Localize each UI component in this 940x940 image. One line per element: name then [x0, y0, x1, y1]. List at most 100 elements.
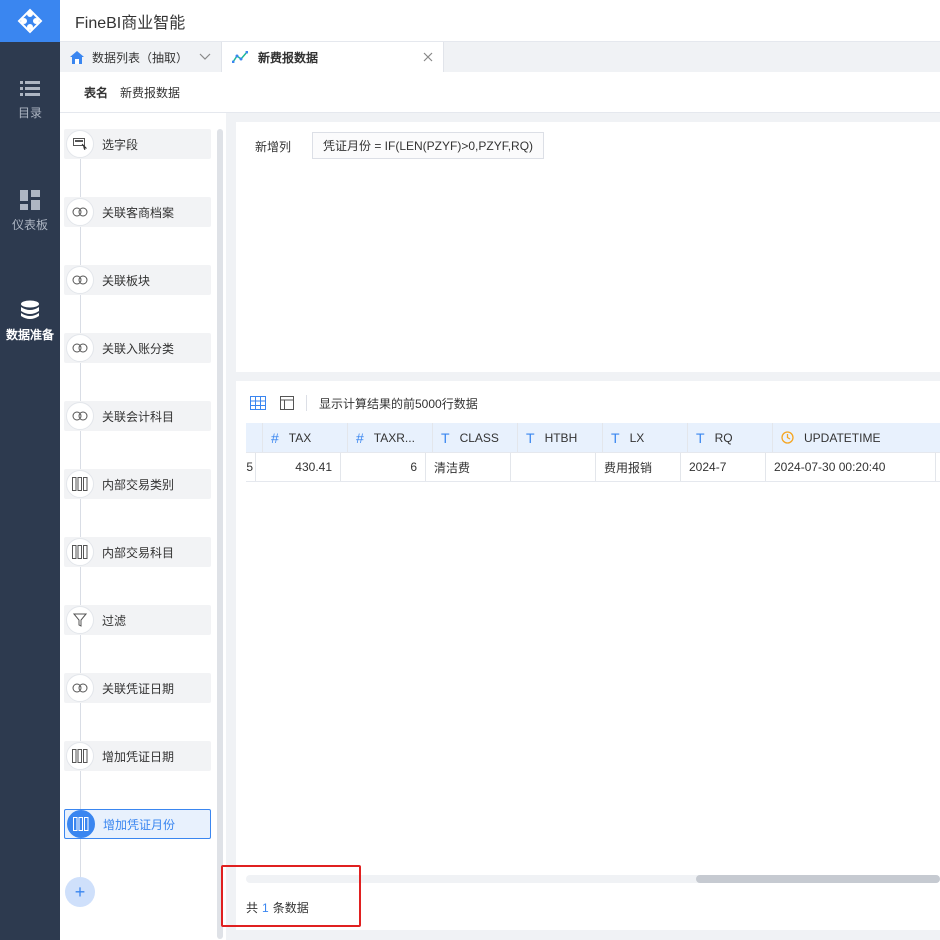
- table-cell[interactable]: 2024-7: [681, 453, 766, 481]
- column-header[interactable]: # TAX: [263, 423, 348, 452]
- number-type-icon: #: [356, 429, 364, 446]
- add-column-icon: [66, 470, 94, 498]
- red-highlight-box: [221, 865, 361, 927]
- column-header[interactable]: UPDATETIME: [773, 423, 940, 452]
- preview-toolbar: 显示计算结果的前5000行数据: [250, 393, 478, 413]
- left-nav: 目录 仪表板 数据准备: [0, 0, 60, 940]
- grid-header-row: # TAX # TAXR... T CLASS T HTBH T LX T RQ UPDAT…: [246, 423, 940, 453]
- join-icon: [66, 266, 94, 294]
- data-grid: # TAX # TAXR... T CLASS T HTBH T LX T RQ UPDAT…: [246, 423, 940, 483]
- step-join-voucher-date[interactable]: 关联凭证日期: [64, 673, 211, 703]
- tab-label: 数据列表（抽取）: [92, 50, 189, 65]
- table-name-bar: 表名 新费报数据: [60, 72, 940, 113]
- table-cell[interactable]: 2024-07-30 00:20:40: [766, 453, 936, 481]
- tab-data-list[interactable]: 数据列表（抽取）: [60, 42, 222, 72]
- text-type-icon: T: [526, 429, 535, 446]
- join-icon: [66, 674, 94, 702]
- add-column-icon: [66, 742, 94, 770]
- step-internal-trade-subject[interactable]: 内部交易科目: [64, 537, 211, 567]
- table-row: 5 430.41 6 清洁费 费用报销 2024-7 2024-07-30 00…: [246, 453, 940, 482]
- table-cell[interactable]: 清洁费: [426, 453, 511, 481]
- table-cell[interactable]: 6: [341, 453, 426, 481]
- join-icon: [66, 198, 94, 226]
- step-label: 选字段: [102, 137, 139, 152]
- table-cell[interactable]: 费用报销: [596, 453, 681, 481]
- nav-item-data-prep[interactable]: 数据准备: [0, 300, 60, 343]
- column-header[interactable]: T HTBH: [518, 423, 603, 452]
- step-add-voucher-month[interactable]: 增加凭证月份: [64, 809, 211, 839]
- finebi-logo-icon[interactable]: [0, 0, 60, 42]
- column-header[interactable]: T RQ: [688, 423, 773, 452]
- step-label: 关联会计科目: [102, 409, 175, 424]
- text-type-icon: T: [611, 429, 620, 446]
- toolbar-divider: [306, 395, 307, 411]
- data-preview-panel: 显示计算结果的前5000行数据 # TAX # TAXR... T CLASS T HT…: [236, 381, 940, 930]
- join-icon: [66, 402, 94, 430]
- nav-label: 数据准备: [5, 328, 54, 342]
- text-type-icon: T: [441, 429, 450, 446]
- formula-expression[interactable]: 凭证月份 = IF(LEN(PZYF)>0,PZYF,RQ): [312, 132, 545, 159]
- app-title: FineBI商业智能: [75, 14, 186, 32]
- column-header[interactable]: T CLASS: [433, 423, 518, 452]
- tab-new-fee-data[interactable]: 新费报数据: [222, 42, 444, 72]
- select-field-icon: [66, 130, 94, 158]
- dashboard-icon: [20, 190, 40, 210]
- new-column-label: 新增列: [255, 140, 292, 154]
- number-type-icon: #: [271, 429, 279, 446]
- database-icon: [21, 300, 39, 319]
- formula-panel: 新增列 凭证月份 = IF(LEN(PZYF)>0,PZYF,RQ): [236, 122, 940, 372]
- step-label: 过滤: [102, 613, 127, 628]
- step-label: 关联入账分类: [102, 341, 175, 356]
- list-icon: [20, 81, 40, 96]
- table-cell[interactable]: 430.41: [256, 453, 341, 481]
- step-join-sector[interactable]: 关联板块: [64, 265, 211, 295]
- step-label: 关联客商档案: [102, 205, 175, 220]
- step-label: 内部交易科目: [102, 545, 175, 560]
- steps-scrollbar[interactable]: [217, 129, 223, 939]
- table-name-label: 表名: [84, 85, 109, 100]
- table-cell[interactable]: 5: [246, 453, 256, 481]
- column-header[interactable]: # TAXR...: [348, 423, 433, 452]
- add-column-icon: [66, 538, 94, 566]
- text-type-icon: T: [696, 429, 705, 446]
- line-chart-icon: [232, 51, 248, 63]
- nav-label: 仪表板: [11, 218, 48, 232]
- step-label: 增加凭证月份: [103, 817, 176, 832]
- column-header[interactable]: [246, 423, 263, 452]
- home-icon: [70, 50, 84, 64]
- step-join-accounting-subject[interactable]: 关联会计科目: [64, 401, 211, 431]
- tab-bar: 数据列表（抽取） 新费报数据: [60, 42, 940, 72]
- step-internal-trade-type[interactable]: 内部交易类别: [64, 469, 211, 499]
- chevron-down-icon[interactable]: [199, 53, 211, 61]
- layout-view-icon[interactable]: [280, 396, 294, 410]
- step-select-field[interactable]: 选字段: [64, 129, 211, 159]
- close-icon[interactable]: [423, 52, 433, 62]
- step-label: 关联凭证日期: [102, 681, 175, 696]
- table-view-icon[interactable]: [250, 396, 266, 410]
- scrollbar-thumb[interactable]: [696, 875, 940, 883]
- step-join-merchant[interactable]: 关联客商档案: [64, 197, 211, 227]
- clock-icon: [781, 431, 794, 444]
- column-header[interactable]: T LX: [603, 423, 688, 452]
- plus-icon: +: [74, 881, 86, 902]
- step-filter[interactable]: 过滤: [64, 605, 211, 635]
- step-join-account-category[interactable]: 关联入账分类: [64, 333, 211, 363]
- table-cell[interactable]: [511, 453, 596, 481]
- steps-panel: 选字段 关联客商档案 关联板块 关联入账分类 关联会计科目 内部交易类别 内部交…: [60, 113, 226, 940]
- nav-label: 目录: [17, 106, 42, 120]
- step-label: 增加凭证日期: [102, 749, 175, 764]
- step-add-voucher-date[interactable]: 增加凭证日期: [64, 741, 211, 771]
- add-column-icon: [67, 810, 95, 838]
- app-header: FineBI商业智能: [60, 0, 940, 42]
- preview-hint: 显示计算结果的前5000行数据: [319, 396, 478, 411]
- filter-icon: [66, 606, 94, 634]
- step-label: 内部交易类别: [102, 477, 175, 492]
- steps-connector: [80, 143, 81, 893]
- table-name-value: 新费报数据: [120, 85, 181, 100]
- add-step-button[interactable]: +: [65, 877, 95, 907]
- step-label: 关联板块: [102, 273, 151, 288]
- nav-item-catalog[interactable]: 目录: [0, 80, 60, 121]
- nav-item-dashboard[interactable]: 仪表板: [0, 190, 60, 233]
- tab-label: 新费报数据: [258, 50, 319, 65]
- join-icon: [66, 334, 94, 362]
